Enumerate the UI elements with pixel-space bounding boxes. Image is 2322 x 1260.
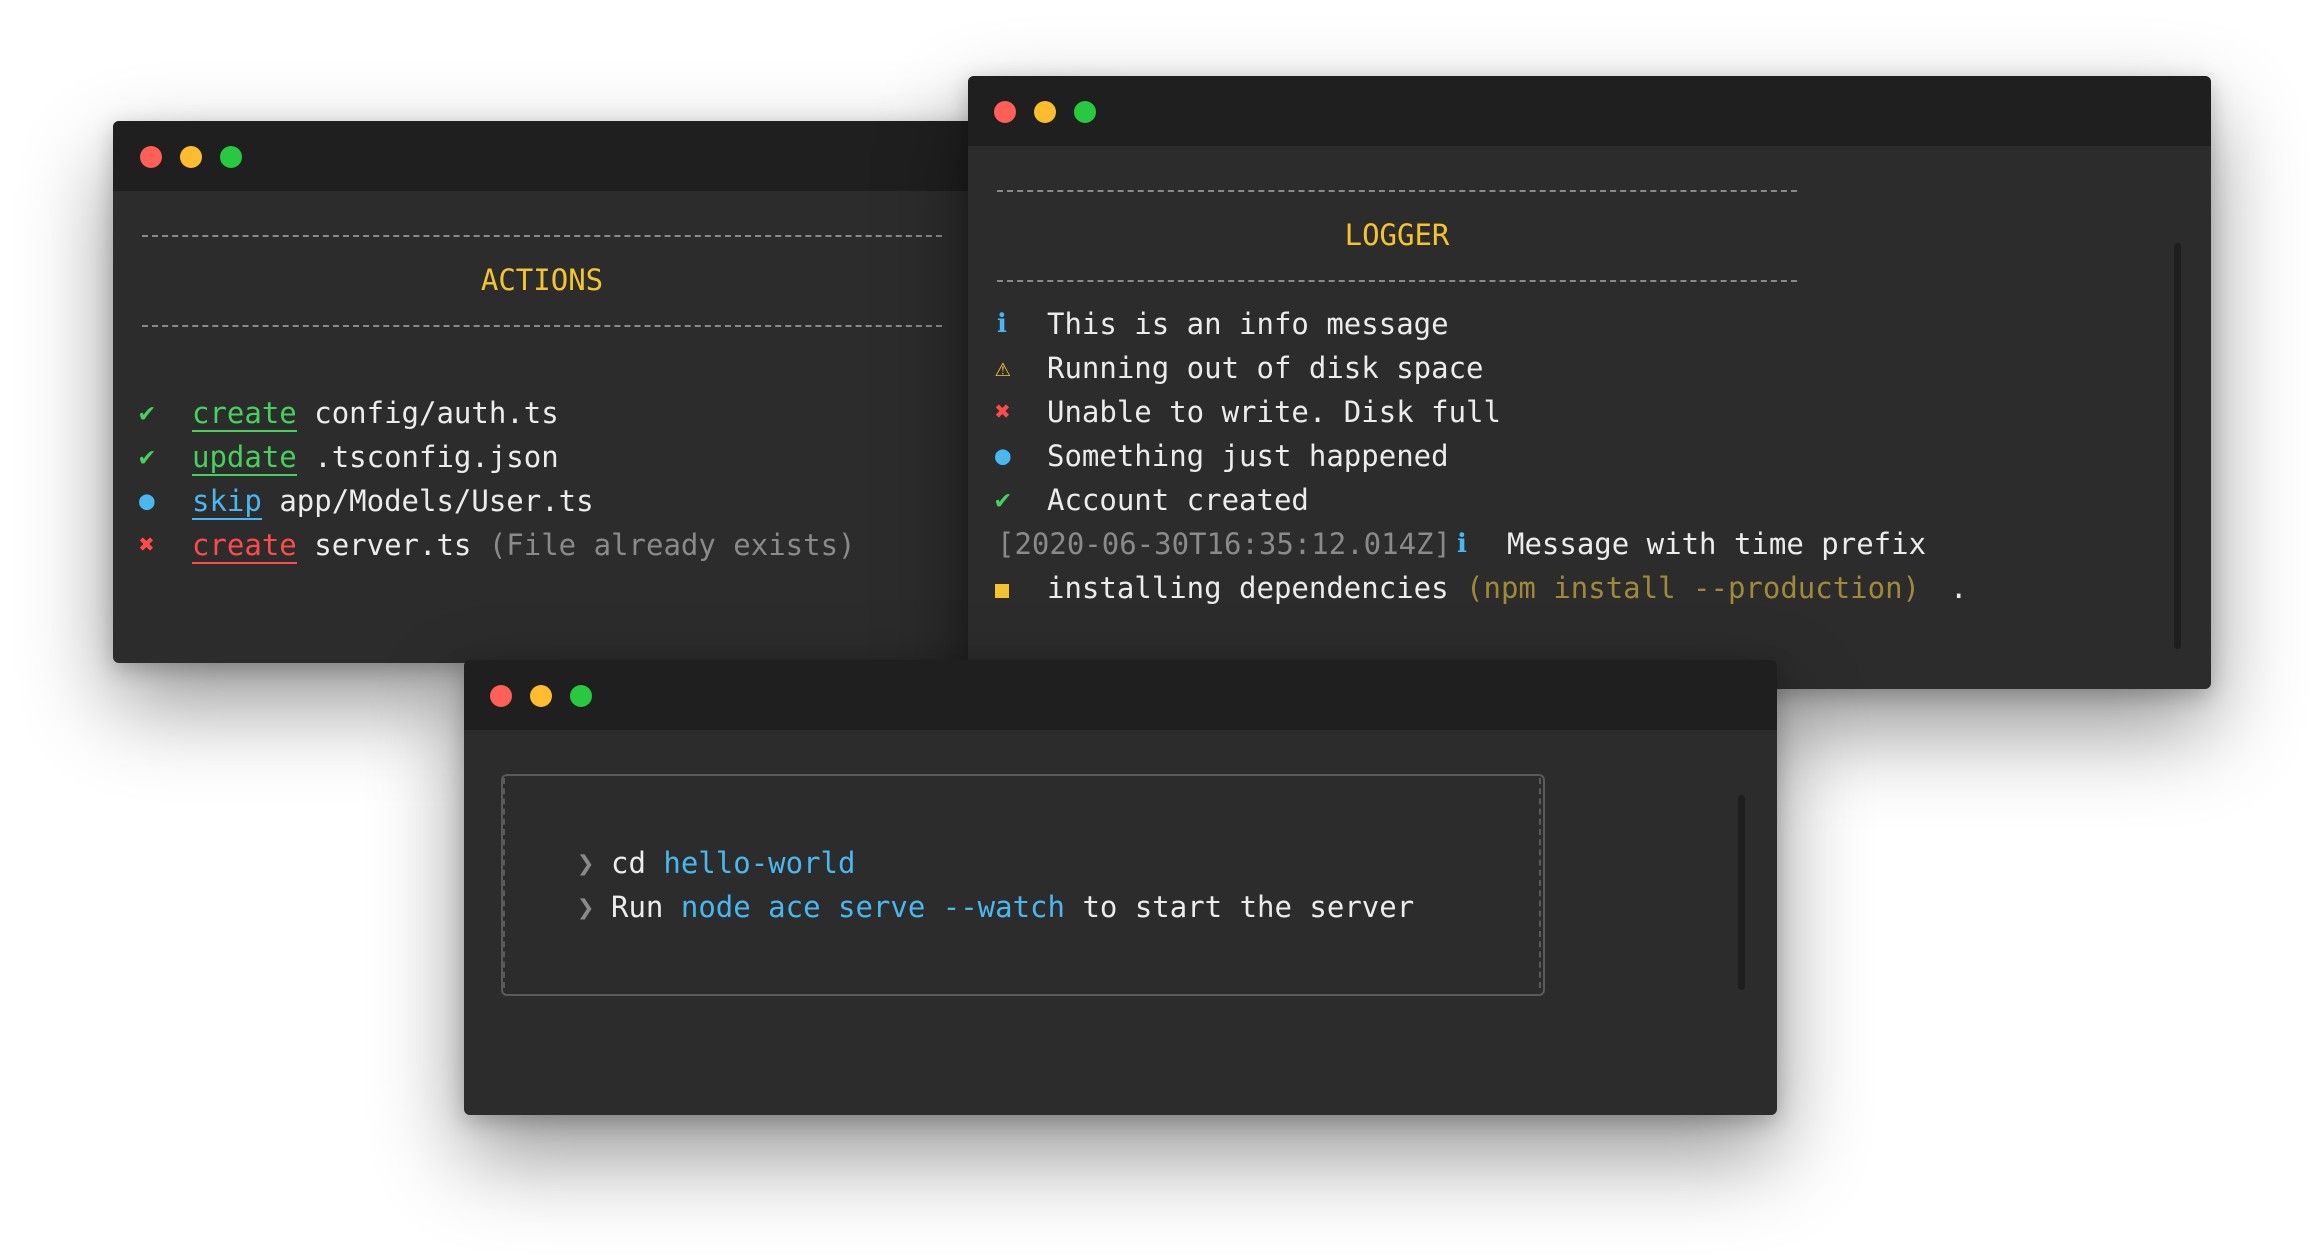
action-row: ● skip app/Models/User.ts (113, 479, 1113, 523)
log-row: ⚠ Running out of disk space (968, 346, 2211, 390)
file-path: app/Models/User.ts (279, 484, 594, 518)
action-label: skip (192, 484, 262, 520)
log-row: ✖ Unable to write. Disk full (968, 390, 2211, 434)
action-label: create (192, 396, 297, 432)
spinner: . (1950, 571, 1968, 605)
command-text: Run (611, 890, 664, 924)
actions-heading: ACTIONS (480, 263, 604, 297)
actions-titlebar (113, 121, 1113, 191)
action-label: create (192, 528, 297, 564)
action-row: ✖ create server.ts (File already exists) (113, 523, 1113, 567)
checkmark-icon: ✔ (995, 485, 1011, 515)
minimize-button[interactable] (1034, 101, 1056, 123)
bullet-icon: ● (139, 486, 155, 516)
instructions-window: ❯ cd hello-world ❯ Run node ace serve --… (464, 660, 1777, 1115)
checkmark-icon: ✔ (139, 398, 155, 428)
chevron-right-icon: ❯ (577, 890, 595, 924)
warning-icon: ⚠ (995, 353, 1011, 383)
divider-top (142, 235, 942, 237)
checkmark-icon: ✔ (139, 442, 155, 472)
action-row: ✔ create config/auth.ts (113, 391, 1113, 435)
action-row: ✔ update .tsconfig.json (113, 435, 1113, 479)
command-hint: (npm install --production) (1466, 571, 1920, 605)
log-message: installing dependencies (1047, 571, 1449, 605)
log-message: Account created (1047, 483, 1309, 517)
divider-bottom (997, 280, 1797, 282)
log-message: Running out of disk space (1047, 351, 1484, 385)
close-button[interactable] (490, 685, 512, 707)
chevron-right-icon: ❯ (577, 846, 595, 880)
log-row: ℹ This is an info message (968, 302, 2211, 346)
command-highlight: node ace serve --watch (680, 890, 1065, 924)
instruction-line: ❯ cd hello-world (464, 841, 1777, 885)
logger-titlebar (968, 76, 2211, 146)
log-message: Message with time prefix (1507, 527, 1927, 561)
cross-icon: ✖ (139, 530, 155, 560)
action-label: update (192, 440, 297, 476)
logger-window: LOGGER ℹ This is an info message ⚠ Runni… (968, 76, 2211, 689)
instruction-line: ❯ Run node ace serve --watch to start th… (464, 885, 1777, 929)
command-highlight: hello-world (663, 846, 856, 880)
log-row: ✔ Account created (968, 478, 2211, 522)
logger-heading: LOGGER (1344, 218, 1450, 252)
info-icon: ℹ (997, 309, 1007, 339)
timestamp: [2020-06-30T16:35:12.014Z] (997, 527, 1451, 561)
log-row-timed: [2020-06-30T16:35:12.014Z] ℹ Message wit… (968, 522, 2211, 566)
file-path: server.ts (314, 528, 472, 562)
divider-bottom (142, 325, 942, 327)
zoom-button[interactable] (1074, 101, 1096, 123)
square-icon (995, 584, 1009, 598)
log-message: This is an info message (1047, 307, 1449, 341)
divider-top (997, 190, 1797, 192)
scrollbar[interactable] (1738, 795, 1745, 990)
info-icon: ℹ (1457, 529, 1467, 559)
close-button[interactable] (140, 146, 162, 168)
log-row: ● Something just happened (968, 434, 2211, 478)
cross-icon: ✖ (995, 397, 1011, 427)
log-message: Unable to write. Disk full (1047, 395, 1501, 429)
minimize-button[interactable] (530, 685, 552, 707)
command-text: cd (611, 846, 646, 880)
actions-window: ACTIONS ✔ create config/auth.ts ✔ update… (113, 121, 1113, 663)
zoom-button[interactable] (220, 146, 242, 168)
zoom-button[interactable] (570, 685, 592, 707)
close-button[interactable] (994, 101, 1016, 123)
log-row-progress: installing dependencies (npm install --p… (968, 566, 2211, 610)
file-path: config/auth.ts (314, 396, 559, 430)
command-text: to start the server (1082, 890, 1415, 924)
log-message: Something just happened (1047, 439, 1449, 473)
scrollbar[interactable] (2174, 243, 2181, 649)
error-note: (File already exists) (488, 528, 856, 562)
file-path: .tsconfig.json (314, 440, 559, 474)
instructions-titlebar (464, 660, 1777, 730)
minimize-button[interactable] (180, 146, 202, 168)
bullet-icon: ● (995, 441, 1011, 471)
